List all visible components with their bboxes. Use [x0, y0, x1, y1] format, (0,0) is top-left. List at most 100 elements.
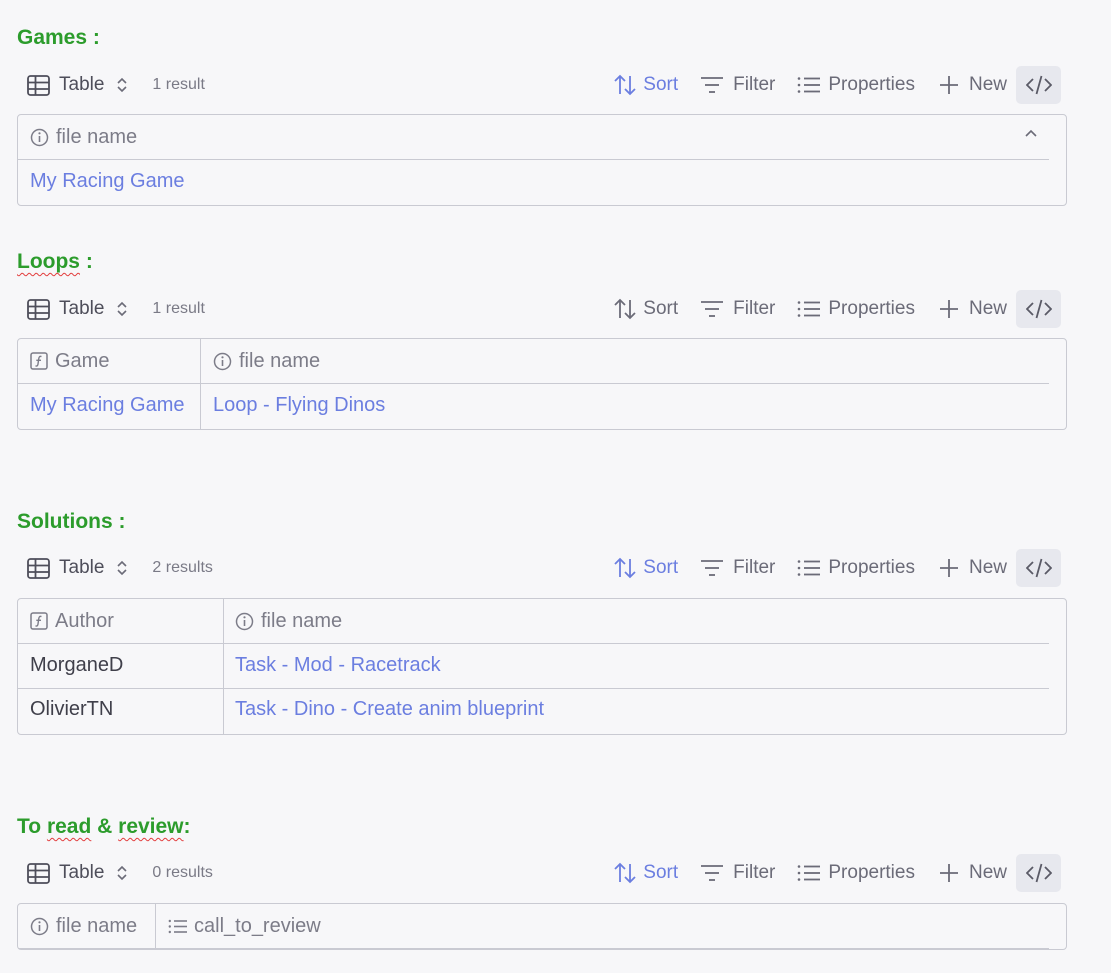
sort-label: Sort: [643, 557, 679, 578]
file-link[interactable]: Loop - Flying Dinos: [201, 383, 1049, 427]
code-icon: [1025, 299, 1052, 319]
heading-part: To: [17, 815, 47, 838]
column-divider: [155, 904, 156, 949]
view-switcher[interactable]: Table: [27, 862, 128, 884]
table-grid-icon: [27, 74, 50, 96]
column-label: file name: [239, 349, 321, 372]
sort-arrows-icon: [614, 74, 636, 96]
table-grid-icon: [27, 298, 50, 320]
sort-label: Sort: [643, 74, 679, 95]
sort-button[interactable]: Sort: [613, 74, 678, 96]
code-view-button[interactable]: [1016, 854, 1061, 892]
result-count: 2 results: [152, 559, 213, 576]
column-header-author[interactable]: Author: [18, 599, 223, 643]
column-header-file-name[interactable]: file name: [201, 339, 1049, 383]
list-icon: [798, 560, 821, 576]
filter-lines-icon: [701, 301, 724, 317]
table-grid-icon: [27, 557, 50, 579]
spellcheck-word: review: [118, 815, 184, 838]
sort-label: Sort: [643, 862, 679, 883]
solutions-heading: Solutions :: [17, 510, 126, 533]
spellcheck-word: Loops: [17, 250, 80, 273]
solutions-table: Author file name MorganeD Task - Mod - R…: [17, 598, 1067, 735]
view-switcher[interactable]: Table: [27, 74, 128, 96]
table-row: OlivierTN Task - Dino - Create anim blue…: [18, 687, 1066, 731]
heading-part: &: [91, 815, 119, 838]
to-review-table: file name call_to_review: [17, 903, 1067, 950]
file-link[interactable]: Task - Mod - Racetrack: [223, 643, 1049, 687]
function-box-icon: [30, 352, 48, 370]
properties-button[interactable]: Properties: [797, 862, 915, 884]
filter-button[interactable]: Filter: [700, 298, 775, 320]
new-button[interactable]: New: [939, 298, 1007, 320]
new-button[interactable]: New: [939, 74, 1007, 96]
column-label: file name: [56, 914, 138, 937]
table-header-row: Game file name: [18, 339, 1066, 383]
list-icon: [798, 865, 821, 881]
code-view-button[interactable]: [1016, 549, 1061, 587]
file-link[interactable]: Task - Dino - Create anim blueprint: [223, 687, 1049, 731]
games-heading: Games :: [17, 26, 100, 49]
code-icon: [1025, 863, 1052, 883]
list-icon: [168, 919, 187, 933]
result-count: 0 results: [152, 864, 213, 881]
heading-suffix: :: [80, 250, 93, 273]
code-view-button[interactable]: [1016, 290, 1061, 328]
loops-heading: Loops :: [17, 249, 93, 275]
author-cell: OlivierTN: [30, 697, 114, 720]
properties-button[interactable]: Properties: [797, 298, 915, 320]
sort-button[interactable]: Sort: [613, 298, 678, 320]
plus-icon: [939, 300, 958, 318]
column-header-file-name[interactable]: file name: [223, 599, 1049, 643]
chevron-updown-icon: [117, 301, 127, 317]
result-count: 1 result: [152, 300, 205, 317]
new-button[interactable]: New: [939, 557, 1007, 579]
filter-button[interactable]: Filter: [700, 557, 775, 579]
column-header-call-to-review[interactable]: call_to_review: [156, 904, 1049, 948]
table-row: My Racing Game: [18, 159, 1066, 203]
info-circle-icon: [213, 352, 232, 370]
filter-button[interactable]: Filter: [700, 862, 775, 884]
chevron-up-icon[interactable]: [1024, 128, 1038, 138]
filter-label: Filter: [733, 74, 776, 95]
info-circle-icon: [30, 128, 49, 146]
properties-button[interactable]: Properties: [797, 557, 915, 579]
author-cell: MorganeD: [30, 653, 124, 676]
column-header-file-name[interactable]: file name: [18, 115, 1049, 159]
plus-icon: [939, 76, 958, 94]
code-icon: [1025, 558, 1052, 578]
code-view-button[interactable]: [1016, 66, 1061, 104]
file-link[interactable]: My Racing Game: [18, 159, 1049, 203]
column-label: file name: [56, 125, 138, 148]
column-header-game[interactable]: Game: [18, 339, 201, 383]
games-toolbar: Table 1 result Sort Filter Properties Ne…: [17, 66, 1061, 104]
chevron-updown-icon: [117, 77, 127, 93]
properties-button[interactable]: Properties: [797, 74, 915, 96]
chevron-updown-icon: [117, 560, 127, 576]
list-icon: [798, 301, 821, 317]
new-button[interactable]: New: [939, 862, 1007, 884]
to-review-toolbar: Table 0 results Sort Filter Properties N…: [17, 854, 1061, 892]
table-header-row: Author file name: [18, 599, 1066, 643]
filter-label: Filter: [733, 298, 776, 319]
column-header-file-name[interactable]: file name: [18, 904, 156, 948]
table-header-row: file name call_to_review: [18, 904, 1066, 948]
list-icon: [798, 77, 821, 93]
function-box-icon: [30, 612, 48, 630]
sort-button[interactable]: Sort: [613, 557, 678, 579]
view-switcher[interactable]: Table: [27, 557, 128, 579]
table-grid-icon: [27, 862, 50, 884]
result-count: 1 result: [152, 76, 205, 93]
loops-toolbar: Table 1 result Sort Filter Properties Ne…: [17, 290, 1061, 328]
filter-button[interactable]: Filter: [700, 74, 775, 96]
table-header-row: file name: [18, 115, 1066, 159]
new-label: New: [968, 298, 1007, 319]
filter-label: Filter: [733, 557, 776, 578]
game-link[interactable]: My Racing Game: [18, 383, 201, 427]
sort-button[interactable]: Sort: [613, 862, 678, 884]
filter-label: Filter: [733, 862, 776, 883]
column-label: Author: [55, 609, 114, 632]
view-switcher[interactable]: Table: [27, 298, 128, 320]
sort-arrows-icon: [614, 862, 636, 884]
table-row: MorganeD Task - Mod - Racetrack: [18, 643, 1066, 687]
